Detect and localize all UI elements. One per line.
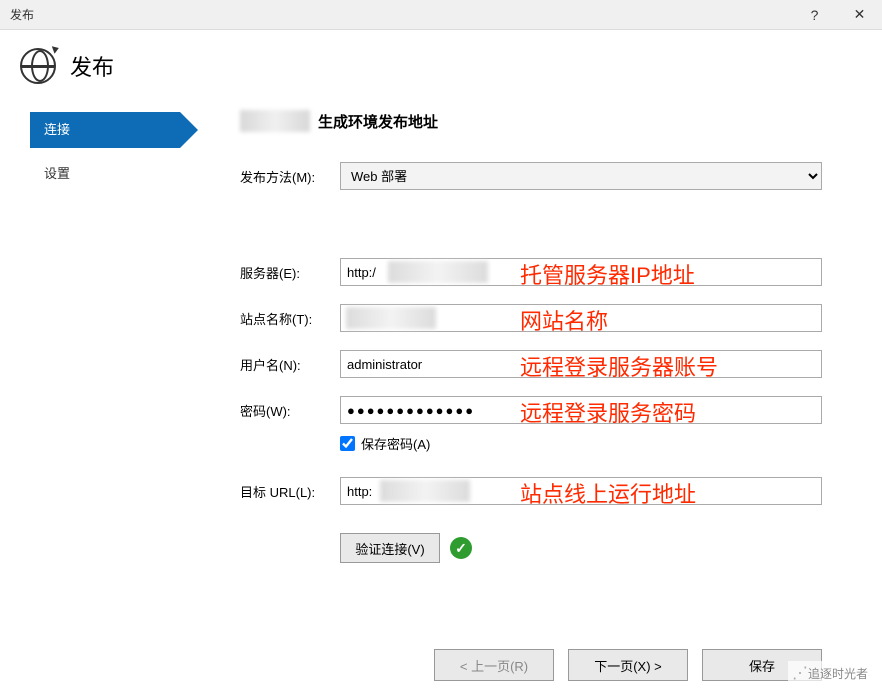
user-input[interactable] [340,350,822,378]
label-pass: 密码(W): [240,401,340,420]
row-dest: 目标 URL(L): 站点线上运行地址 [240,477,822,505]
dest-input[interactable] [340,477,822,505]
row-server: 服务器(E): 托管服务器IP地址 [240,258,822,286]
globe-arrow-icon [52,44,60,54]
row-site: 站点名称(T): 网站名称 [240,304,822,332]
window-title: 发布 [10,6,792,23]
save-pass-checkbox[interactable] [340,436,355,451]
server-input[interactable] [340,258,822,286]
dialog-footer: < 上一页(R) 下一页(X) > 保存 [0,649,882,681]
row-save-pass: 保存密码(A) [340,434,822,453]
label-publish-method: 发布方法(M): [240,167,340,186]
prev-button[interactable]: < 上一页(R) [434,649,554,681]
watermark: ⋰ 追逐时光者 [788,661,872,685]
titlebar: 发布 ? ✕ [0,0,882,30]
label-user: 用户名(N): [240,355,340,374]
check-icon: ✓ [450,537,472,559]
row-user: 用户名(N): 远程登录服务器账号 [240,350,822,378]
label-save-pass: 保存密码(A) [361,434,430,453]
row-pass: 密码(W): 远程登录服务密码 [240,396,822,424]
sidebar-item-connection[interactable]: 连接 [30,112,180,148]
label-dest: 目标 URL(L): [240,482,340,501]
site-input[interactable] [340,304,822,332]
sidebar: 连接 设置 [0,102,200,642]
pass-input[interactable] [340,396,822,424]
label-site: 站点名称(T): [240,309,340,328]
dialog-title: 发布 [70,50,114,82]
next-button[interactable]: 下一页(X) > [568,649,688,681]
globe-icon [20,48,56,84]
dialog-body: 连接 设置 生成环境发布地址 发布方法(M): Web 部署 服务器(E): [0,102,882,642]
row-validate: 验证连接(V) ✓ [340,533,822,563]
help-icon: ? [811,7,819,23]
profile-name-redacted [240,110,310,132]
dialog-header: 发布 [0,30,882,102]
sidebar-item-label: 连接 [44,122,70,137]
row-publish-method: 发布方法(M): Web 部署 [240,162,822,190]
label-server: 服务器(E): [240,263,340,282]
close-button[interactable]: ✕ [837,0,882,30]
profile-title: 生成环境发布地址 [240,110,822,132]
sidebar-item-settings[interactable]: 设置 [30,156,200,192]
watermark-text: 追逐时光者 [808,665,868,682]
profile-title-suffix: 生成环境发布地址 [318,111,438,132]
content-panel: 生成环境发布地址 发布方法(M): Web 部署 服务器(E): 托管服务器IP… [200,102,882,642]
help-button[interactable]: ? [792,0,837,30]
publish-method-select[interactable]: Web 部署 [340,162,822,190]
close-icon: ✕ [854,6,866,23]
validate-button[interactable]: 验证连接(V) [340,533,440,563]
wechat-icon: ⋰ [792,663,804,683]
sidebar-item-label: 设置 [44,166,70,181]
